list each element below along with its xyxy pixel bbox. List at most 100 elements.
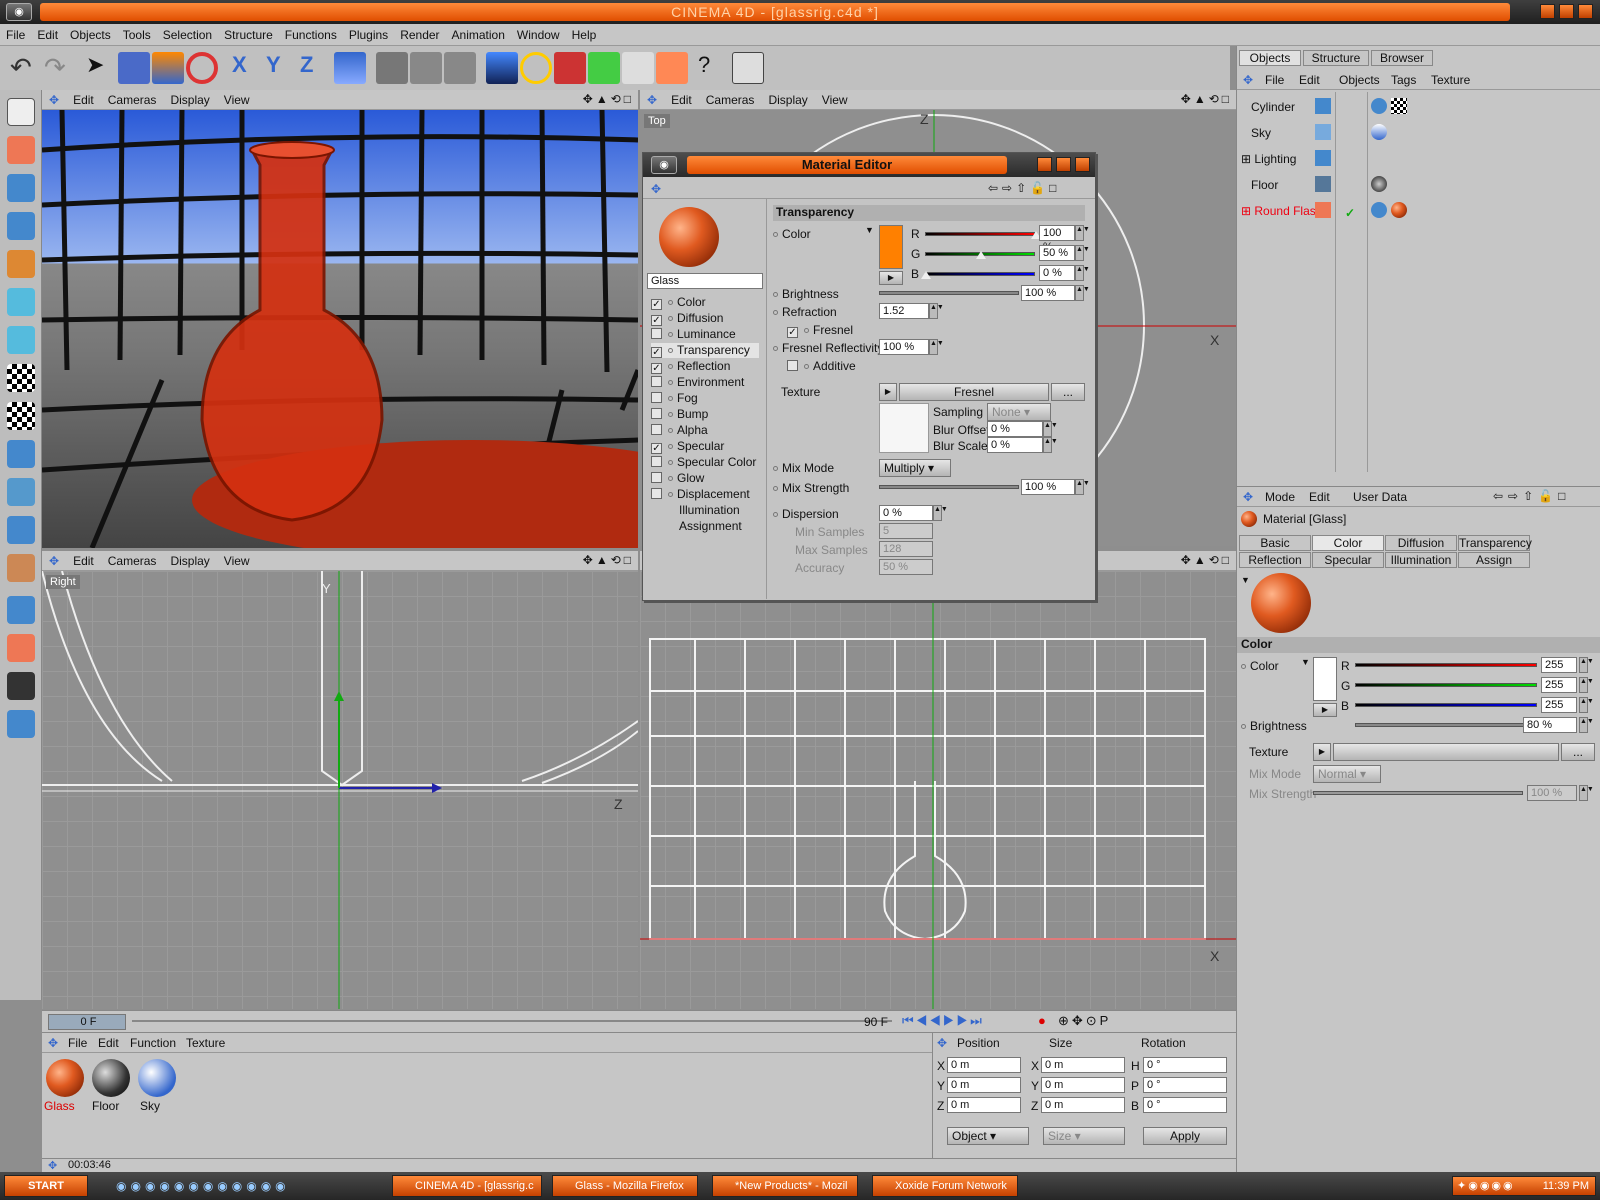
- blur-scale-field[interactable]: 0 %: [987, 437, 1043, 453]
- spline-icon[interactable]: [520, 52, 552, 84]
- channel-checkbox[interactable]: ✓: [651, 347, 662, 358]
- material-glass-label[interactable]: Glass: [44, 1099, 75, 1113]
- am-r-field[interactable]: 255: [1541, 657, 1577, 673]
- om-menu-tags[interactable]: Tags: [1391, 73, 1416, 87]
- me-minimize-button[interactable]: [1037, 157, 1052, 172]
- channel-displacement[interactable]: Displacement: [651, 487, 750, 501]
- close-button[interactable]: [1578, 4, 1593, 19]
- vp2-menu-edit[interactable]: Edit: [664, 90, 699, 110]
- blur-offset-spinner[interactable]: ▲▼: [1043, 421, 1058, 437]
- vp1-menu-display[interactable]: Display: [163, 90, 216, 110]
- refraction-spinner[interactable]: ▲▼: [929, 303, 944, 319]
- sky-texture-tag-icon[interactable]: [1371, 124, 1387, 140]
- g-slider-thumb[interactable]: [976, 251, 986, 259]
- app-icon[interactable]: ◉: [6, 3, 32, 21]
- r-spinner[interactable]: ▲▼: [1075, 225, 1090, 241]
- render-view-icon[interactable]: [7, 672, 35, 700]
- render-region-icon[interactable]: [7, 596, 35, 624]
- undo-icon[interactable]: ↶: [10, 52, 42, 84]
- channel-checkbox[interactable]: [651, 472, 662, 483]
- taskbar-cinema4d[interactable]: CINEMA 4D - [glassrig.c: [392, 1175, 542, 1197]
- fresnel-checkbox[interactable]: ✓: [787, 327, 798, 338]
- am-tab-transparency[interactable]: Transparency: [1458, 535, 1532, 551]
- render-active-icon[interactable]: [7, 634, 35, 662]
- sampling-dropdown[interactable]: None ▾: [987, 403, 1051, 421]
- am-menu-user-data[interactable]: User Data: [1353, 490, 1407, 504]
- size-x-field[interactable]: 0 m: [1041, 1057, 1125, 1073]
- am-tab-basic[interactable]: Basic: [1239, 535, 1311, 551]
- channel-checkbox[interactable]: [651, 488, 662, 499]
- menu-edit[interactable]: Edit: [31, 24, 64, 46]
- channel-checkbox[interactable]: ✓: [651, 299, 662, 310]
- compositing-tag-icon[interactable]: [1371, 202, 1387, 218]
- rotation-b-field[interactable]: 0 °: [1143, 1097, 1227, 1113]
- am-menu-mode[interactable]: Mode: [1265, 490, 1295, 504]
- x-axis-icon[interactable]: X: [232, 52, 264, 84]
- vp1-menu-cameras[interactable]: Cameras: [101, 90, 164, 110]
- menu-render[interactable]: Render: [394, 24, 445, 46]
- tray-icons[interactable]: ✦◉◉◉◉: [1457, 1179, 1515, 1192]
- g-spinner[interactable]: ▲▼: [1075, 245, 1090, 261]
- am-g-spinner[interactable]: ▲▼: [1579, 677, 1594, 693]
- menu-animation[interactable]: Animation: [446, 24, 511, 46]
- z-axis-icon[interactable]: Z: [300, 52, 332, 84]
- snap-icon[interactable]: [7, 516, 35, 544]
- refraction-field[interactable]: 1.52: [879, 303, 929, 319]
- edges-icon[interactable]: [7, 288, 35, 316]
- accuracy-field[interactable]: 50 %: [879, 559, 933, 575]
- channel-checkbox[interactable]: [651, 456, 662, 467]
- channel-checkbox[interactable]: ✓: [651, 443, 662, 454]
- floor-texture-tag-icon[interactable]: [1371, 176, 1387, 192]
- pin-icon[interactable]: ✥: [1243, 73, 1253, 87]
- vp3-menu-edit[interactable]: Edit: [66, 551, 101, 571]
- points-icon[interactable]: [7, 250, 35, 278]
- cube-icon[interactable]: [486, 52, 518, 84]
- am-mix-strength-spinner[interactable]: ▲▼: [1579, 785, 1594, 801]
- channel-checkbox[interactable]: [651, 392, 662, 403]
- channel-specular-color[interactable]: Specular Color: [651, 455, 756, 469]
- vp1-menu-view[interactable]: View: [217, 90, 257, 110]
- material-sky-label[interactable]: Sky: [140, 1099, 160, 1113]
- redo-icon[interactable]: ↷: [44, 52, 76, 84]
- am-menu-edit[interactable]: Edit: [1309, 490, 1330, 504]
- texture-mode-icon[interactable]: [7, 364, 35, 392]
- am-mix-strength-field[interactable]: 100 %: [1527, 785, 1577, 801]
- check-tag-icon[interactable]: ✓: [1345, 206, 1355, 220]
- me-nav-icons[interactable]: ⇦⇨⇧🔓□: [988, 181, 1060, 195]
- current-frame-field[interactable]: 0 F: [48, 1014, 126, 1030]
- pin-icon[interactable]: ✥: [42, 551, 66, 571]
- viewport-nav-icons[interactable]: ✥▲⟲□: [1181, 553, 1232, 567]
- channel-reflection[interactable]: ✓ Reflection: [651, 359, 730, 374]
- texture-tag-icon[interactable]: [1391, 98, 1407, 114]
- viewport-right[interactable]: Right Z Y: [42, 571, 638, 1009]
- channel-specular[interactable]: ✓ Specular: [651, 439, 724, 454]
- coord-system-icon[interactable]: [334, 52, 366, 84]
- pin-icon[interactable]: ✥: [640, 90, 664, 110]
- pin-icon[interactable]: ✥: [651, 182, 661, 196]
- render-settings-icon[interactable]: [7, 710, 35, 738]
- move-icon[interactable]: [118, 52, 150, 84]
- viewport-front[interactable]: X: [640, 571, 1236, 1009]
- me-maximize-button[interactable]: [1056, 157, 1071, 172]
- material-preview[interactable]: [659, 207, 719, 267]
- tab-structure[interactable]: Structure: [1303, 50, 1369, 66]
- am-g-field[interactable]: 255: [1541, 677, 1577, 693]
- object-mode-icon[interactable]: [410, 52, 442, 84]
- pin-icon[interactable]: ✥: [48, 1036, 58, 1050]
- am-color-dropdown-icon[interactable]: ▼: [1301, 657, 1310, 667]
- scale-icon[interactable]: [152, 52, 184, 84]
- texture-shader-button[interactable]: Fresnel: [899, 383, 1049, 401]
- menu-tools[interactable]: Tools: [117, 24, 157, 46]
- am-texture-shader-button[interactable]: [1333, 743, 1559, 761]
- glass-texture-tag-icon[interactable]: [1391, 202, 1407, 218]
- brightness-field[interactable]: 100 %: [1021, 285, 1075, 301]
- position-y-field[interactable]: 0 m: [947, 1077, 1021, 1093]
- r-field[interactable]: 100 %: [1039, 225, 1075, 253]
- color-swatch[interactable]: [879, 225, 903, 269]
- texture-arrow-button[interactable]: ▶: [879, 383, 897, 401]
- channel-transparency[interactable]: ✓ Transparency: [651, 343, 759, 358]
- object-row-floor[interactable]: Floor: [1251, 178, 1278, 192]
- workplane-icon[interactable]: [7, 478, 35, 506]
- am-tab-reflection[interactable]: Reflection: [1239, 552, 1311, 568]
- y-axis-icon[interactable]: Y: [266, 52, 298, 84]
